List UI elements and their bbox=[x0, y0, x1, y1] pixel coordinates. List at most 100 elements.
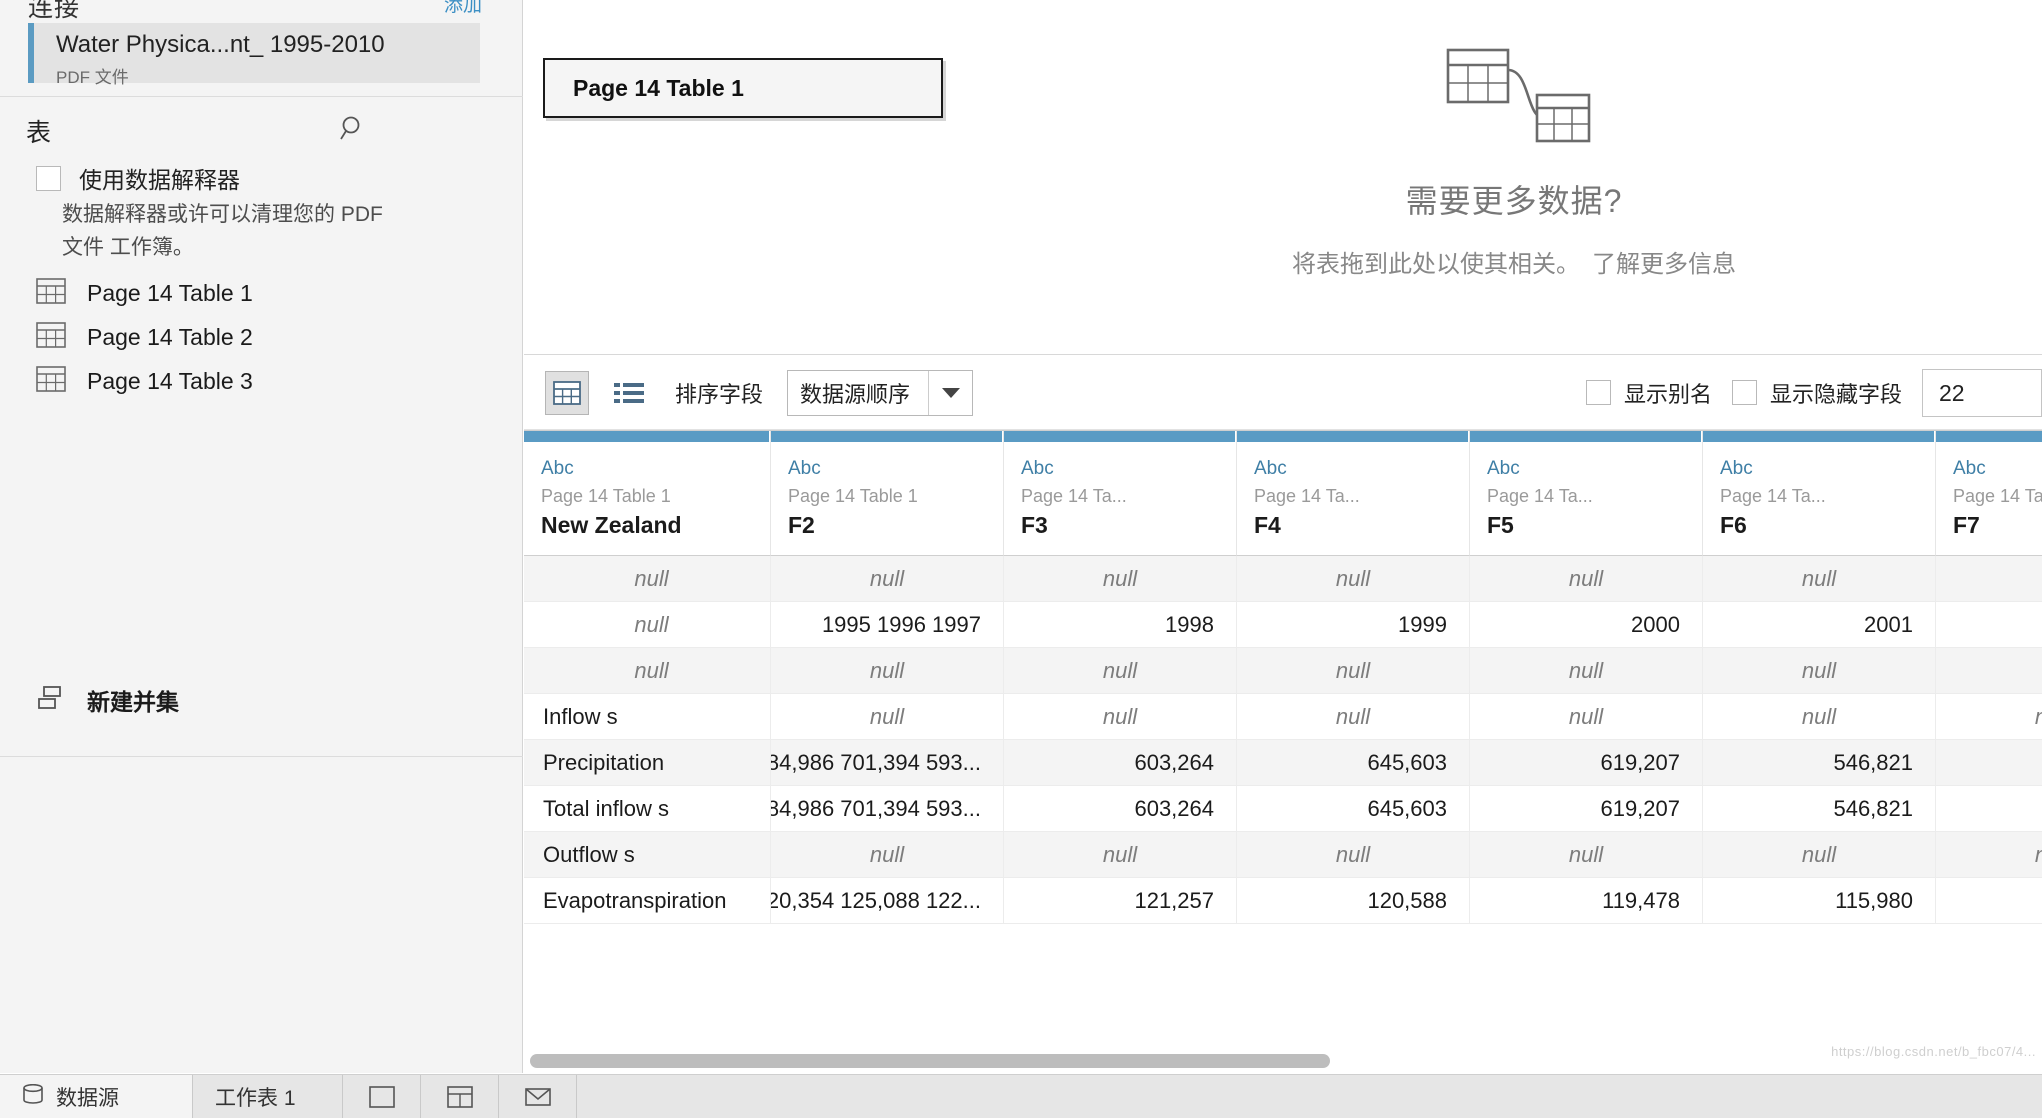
grid-cell-null[interactable]: null bbox=[771, 832, 1004, 878]
grid-cell-null[interactable]: null bbox=[1004, 832, 1237, 878]
search-icon[interactable] bbox=[336, 112, 370, 146]
show-hidden-fields-checkbox[interactable] bbox=[1731, 380, 1757, 405]
grid-row[interactable]: Outflow snullnullnullnullnullnullnull bbox=[524, 832, 2042, 878]
grid-cell-null[interactable]: null bbox=[1703, 648, 1936, 694]
grid-cell-null[interactable]: null bbox=[1470, 832, 1703, 878]
grid-cell[interactable]: 645,603 bbox=[1237, 786, 1470, 832]
grid-row[interactable]: null1995 1996 19971998199920002001200220… bbox=[524, 602, 2042, 648]
grid-cell[interactable]: 546,821 bbox=[1703, 786, 1936, 832]
grid-cell-null[interactable]: null bbox=[524, 556, 771, 602]
grid-view-icon[interactable] bbox=[545, 370, 589, 415]
bottom-tab-sheet-1[interactable]: 工作表 1 bbox=[193, 1074, 343, 1118]
grid-cell[interactable]: Million cu bbox=[1936, 648, 2042, 694]
new-union-button[interactable]: 新建并集 bbox=[36, 683, 179, 717]
list-view-icon[interactable] bbox=[607, 371, 651, 415]
grid-row[interactable]: Precipitation 684,986 701,394 593... 603,2… bbox=[524, 740, 2042, 786]
grid-cell-null[interactable]: null bbox=[771, 648, 1004, 694]
grid-cell[interactable]: 115,980 bbox=[1703, 878, 1936, 924]
grid-cell-null[interactable]: null bbox=[1703, 694, 1936, 740]
grid-cell[interactable]: 619,207 bbox=[1470, 740, 1703, 786]
grid-cell[interactable]: 2001 bbox=[1703, 602, 1936, 648]
new-story-icon[interactable] bbox=[499, 1074, 577, 1118]
grid-cell[interactable]: 684,986 701,394 593... bbox=[771, 740, 1004, 786]
grid-column-header[interactable]: Abc Page 14 Ta... F6 bbox=[1703, 431, 1936, 556]
grid-horizontal-scrollbar[interactable] bbox=[524, 1050, 2042, 1072]
bottom-tab-data-source[interactable]: 数据源 bbox=[0, 1074, 193, 1118]
grid-column-header[interactable]: Abc Page 14 Ta... F7 bbox=[1936, 431, 2042, 556]
connection-item[interactable]: Water Physica...nt_ 1995-2010 PDF 文件 bbox=[28, 23, 480, 87]
grid-cell[interactable]: 619,207 bbox=[1470, 786, 1703, 832]
grid-cell[interactable]: 684,986 701,394 593... bbox=[771, 786, 1004, 832]
add-connection-button[interactable]: 添加 bbox=[444, 0, 482, 17]
grid-row[interactable]: Inflow snullnullnullnullnullnullnull bbox=[524, 694, 2042, 740]
grid-cell[interactable]: 120,354 125,088 122... bbox=[771, 878, 1004, 924]
grid-cell-null[interactable]: null bbox=[1004, 694, 1237, 740]
grid-cell[interactable]: Precipitation bbox=[524, 740, 771, 786]
sort-fields-select[interactable]: 数据源顺序 bbox=[787, 369, 974, 416]
grid-cell-null[interactable]: null bbox=[524, 602, 771, 648]
column-type-label: Abc bbox=[1487, 458, 1520, 479]
grid-cell-null[interactable]: null bbox=[524, 648, 771, 694]
grid-cell-null[interactable]: null bbox=[1470, 556, 1703, 602]
learn-more-link[interactable]: 了解更多信息 bbox=[1592, 251, 1736, 278]
grid-cell[interactable]: Inflow s bbox=[524, 694, 771, 740]
grid-column-header[interactable]: Abc Page 14 Table 1 F2 bbox=[771, 431, 1004, 556]
grid-cell-null[interactable]: null bbox=[1004, 556, 1237, 602]
grid-row[interactable]: Evapotranspiration 120,354 125,088 122...… bbox=[524, 878, 2042, 924]
use-data-interpreter-row[interactable]: 使用数据解释器 bbox=[36, 161, 240, 195]
grid-cell[interactable]: 614,630 bbox=[1936, 786, 2042, 832]
sidebar-table-item-1[interactable]: Page 14 Table 1 bbox=[36, 276, 253, 310]
grid-cell-null[interactable]: null bbox=[1470, 694, 1703, 740]
grid-cell-null[interactable]: null bbox=[771, 556, 1004, 602]
grid-cell-null[interactable]: null bbox=[1470, 648, 1703, 694]
grid-cell-null[interactable]: null bbox=[1237, 832, 1470, 878]
grid-cell-null[interactable]: null bbox=[1237, 648, 1470, 694]
grid-row[interactable]: nullnullnullnullnullnullYear ended June bbox=[524, 556, 2042, 602]
grid-cell-null[interactable]: null bbox=[1936, 832, 2042, 878]
grid-column-header[interactable]: Abc Page 14 Ta... F5 bbox=[1470, 431, 1703, 556]
new-dashboard-icon[interactable] bbox=[421, 1074, 499, 1118]
show-aliases-row[interactable]: 显示别名 bbox=[1585, 377, 1712, 409]
grid-cell-null[interactable]: null bbox=[1936, 694, 2042, 740]
grid-cell-null[interactable]: null bbox=[1237, 694, 1470, 740]
table-node-page-14-table-1[interactable]: Page 14 Table 1 bbox=[543, 58, 943, 118]
grid-cell[interactable]: 2000 bbox=[1470, 602, 1703, 648]
grid-cell[interactable]: 546,821 bbox=[1703, 740, 1936, 786]
grid-column-header[interactable]: Abc Page 14 Ta... F3 bbox=[1004, 431, 1237, 556]
grid-cell-null[interactable]: null bbox=[1703, 832, 1936, 878]
grid-cell[interactable]: Year en bbox=[1936, 556, 2042, 602]
grid-cell-null[interactable]: null bbox=[771, 694, 1004, 740]
grid-cell[interactable]: 614,630 bbox=[1936, 740, 2042, 786]
grid-cell[interactable]: 120,588 bbox=[1237, 878, 1470, 924]
grid-header-row: Abc Page 14 Table 1 New Zealand Abc Page 14 … bbox=[524, 431, 2042, 556]
grid-cell[interactable]: 2002 bbox=[1936, 602, 2042, 648]
grid-cell[interactable]: 121,657 bbox=[1936, 878, 2042, 924]
row-count-input[interactable]: 22 bbox=[1922, 368, 2042, 417]
grid-cell[interactable]: 645,603 bbox=[1237, 740, 1470, 786]
show-aliases-checkbox[interactable] bbox=[1585, 380, 1611, 405]
sidebar-table-item-3[interactable]: Page 14 Table 3 bbox=[36, 364, 253, 398]
grid-cell[interactable]: 603,264 bbox=[1004, 740, 1237, 786]
grid-cell-null[interactable]: null bbox=[1004, 648, 1237, 694]
grid-cell[interactable]: 603,264 bbox=[1004, 786, 1237, 832]
grid-column-header[interactable]: Abc Page 14 Ta... F4 bbox=[1237, 431, 1470, 556]
chevron-down-icon[interactable] bbox=[928, 370, 972, 415]
grid-cell[interactable]: 1998 bbox=[1004, 602, 1237, 648]
grid-cell[interactable]: 1999 bbox=[1237, 602, 1470, 648]
grid-cell[interactable]: Outflow s bbox=[524, 832, 771, 878]
grid-cell[interactable]: Total inflow s bbox=[524, 786, 771, 832]
grid-cell-null[interactable]: null bbox=[1703, 556, 1936, 602]
grid-cell[interactable]: 119,478 bbox=[1470, 878, 1703, 924]
sidebar-table-item-2[interactable]: Page 14 Table 2 bbox=[36, 320, 253, 354]
new-worksheet-icon[interactable] bbox=[343, 1074, 421, 1118]
grid-cell[interactable]: Evapotranspiration bbox=[524, 878, 771, 924]
grid-row[interactable]: Total inflow s 684,986 701,394 593... 603,… bbox=[524, 786, 2042, 832]
grid-row[interactable]: nullnullnullnullnullnullMillion cubic me… bbox=[524, 648, 2042, 694]
show-hidden-fields-row[interactable]: 显示隐藏字段 bbox=[1731, 377, 1902, 409]
grid-cell-null[interactable]: null bbox=[1237, 556, 1470, 602]
scrollbar-thumb[interactable] bbox=[530, 1054, 1330, 1068]
use-data-interpreter-checkbox[interactable] bbox=[36, 165, 61, 191]
grid-column-header[interactable]: Abc Page 14 Table 1 New Zealand bbox=[524, 431, 771, 556]
grid-cell[interactable]: 1995 1996 1997 bbox=[771, 602, 1004, 648]
grid-cell[interactable]: 121,257 bbox=[1004, 878, 1237, 924]
